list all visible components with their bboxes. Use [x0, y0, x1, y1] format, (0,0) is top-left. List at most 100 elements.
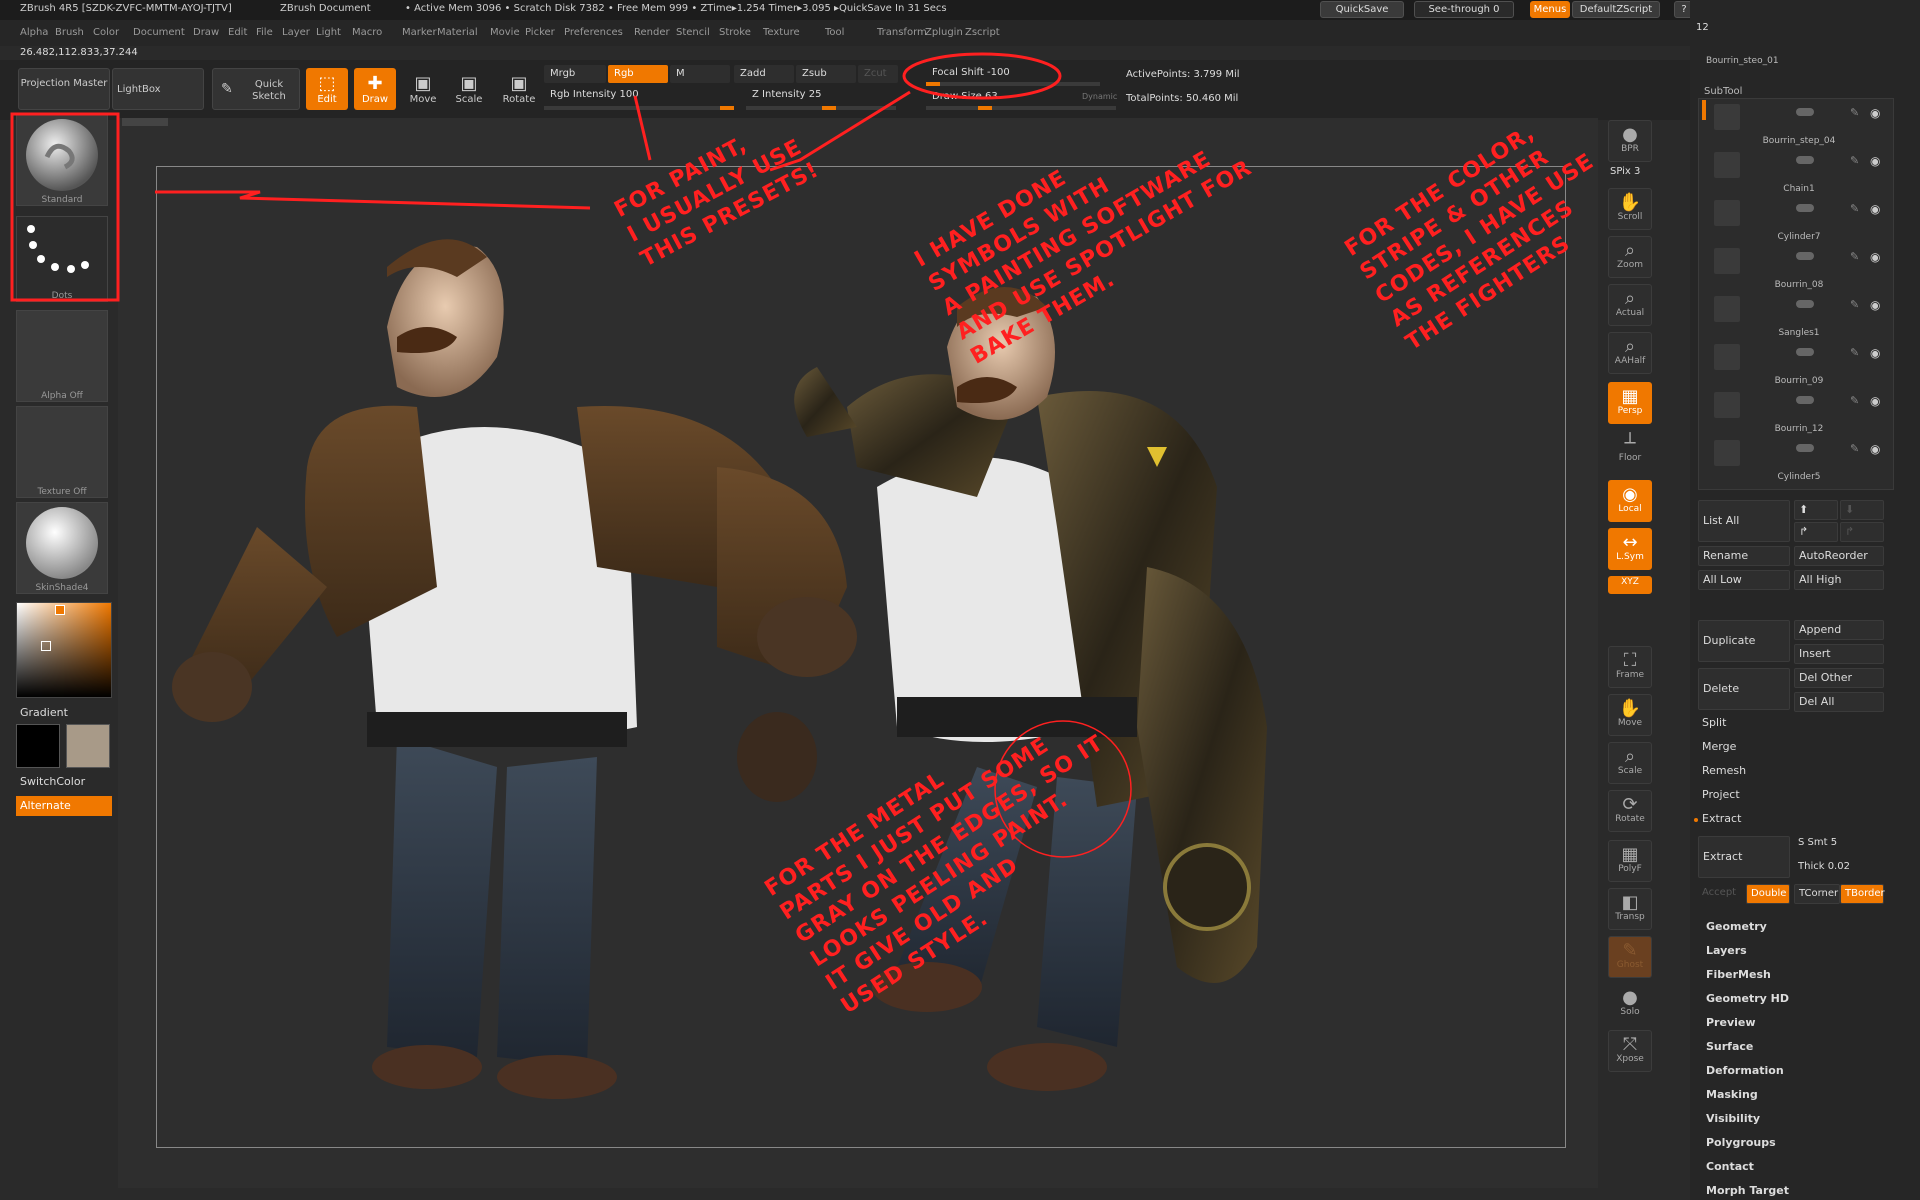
actual-button[interactable]: ⌕ Actual	[1608, 284, 1652, 326]
rotate-view-button[interactable]: ⟳ Rotate	[1608, 790, 1652, 832]
all-low-button[interactable]: All Low	[1698, 570, 1790, 590]
subtool-row[interactable]: ✎ ◉ Bourrin_step_04	[1700, 100, 1890, 148]
xyz-button[interactable]: XYZ	[1608, 576, 1652, 594]
subpalette-contact[interactable]: Contact	[1706, 1160, 1754, 1173]
brush-toggle-icon[interactable]: ✎	[1850, 250, 1859, 263]
subpalette-masking[interactable]: Masking	[1706, 1088, 1758, 1101]
local-icon: ◉	[1622, 484, 1638, 505]
move-in-icon[interactable]: ↱	[1794, 522, 1838, 542]
local-button[interactable]: ◉ Local	[1608, 480, 1652, 522]
project-button[interactable]: Project	[1698, 786, 1884, 806]
visibility-eye-icon[interactable]: ◉	[1870, 346, 1880, 360]
rename-button[interactable]: Rename	[1698, 546, 1790, 566]
move-out-icon[interactable]: ↱	[1840, 522, 1884, 542]
insert-button[interactable]: Insert	[1794, 644, 1884, 664]
polyf-button[interactable]: ▦ PolyF	[1608, 840, 1652, 882]
del-all-button[interactable]: Del All	[1794, 692, 1884, 712]
double-toggle[interactable]: Double	[1746, 884, 1790, 904]
bpr-button[interactable]: ● BPR	[1608, 120, 1652, 162]
subtool-toggle[interactable]	[1796, 348, 1814, 356]
lsym-button[interactable]: ↔ L.Sym	[1608, 528, 1652, 570]
s-smt-slider[interactable]: S Smt 5	[1794, 834, 1884, 854]
aahalf-icon: ⌕	[1624, 336, 1636, 357]
subtool-name: Bourrin_09	[1774, 376, 1824, 386]
subtool-name: Cylinder7	[1777, 232, 1821, 242]
subtool-header[interactable]: SubTool	[1704, 86, 1742, 97]
brush-toggle-icon[interactable]: ✎	[1850, 202, 1859, 215]
subtool-rows: ✎ ◉ Bourrin_step_04 ✎ ◉ Chain1 ✎ ◉ Cylinder7 ✎ ◉ Bo…	[1700, 100, 1894, 490]
remesh-button[interactable]: Remesh	[1698, 762, 1884, 782]
append-button[interactable]: Append	[1794, 620, 1884, 640]
brush-toggle-icon[interactable]: ✎	[1850, 442, 1859, 455]
visibility-eye-icon[interactable]: ◉	[1870, 394, 1880, 408]
subtool-row[interactable]: ✎ ◉ Chain1	[1700, 148, 1890, 196]
tborder-toggle[interactable]: TBorder	[1840, 884, 1885, 904]
subpalette-visibility[interactable]: Visibility	[1706, 1112, 1760, 1125]
aahalf-button[interactable]: ⌕ AAHalf	[1608, 332, 1652, 374]
move-view-button[interactable]: ✋ Move	[1608, 694, 1652, 736]
scroll-button[interactable]: ✋ Scroll	[1608, 188, 1652, 230]
move-down-icon[interactable]: ⬇	[1840, 500, 1884, 520]
subpalette-surface[interactable]: Surface	[1706, 1040, 1753, 1053]
visibility-eye-icon[interactable]: ◉	[1870, 202, 1880, 216]
frame-button[interactable]: ⛶ Frame	[1608, 646, 1652, 688]
subpalette-morph-target[interactable]: Morph Target	[1706, 1184, 1789, 1197]
subtool-row[interactable]: ✎ ◉ Cylinder7	[1700, 196, 1890, 244]
xpose-button[interactable]: ⤧ Xpose	[1608, 1030, 1652, 1072]
brush-toggle-icon[interactable]: ✎	[1850, 106, 1859, 119]
floor-button[interactable]: ┴ Floor	[1608, 430, 1652, 472]
subtool-toggle[interactable]	[1796, 396, 1814, 404]
persp-button[interactable]: ▦ Persp	[1608, 382, 1652, 424]
subtool-row[interactable]: ✎ ◉ Bourrin_12	[1700, 388, 1890, 436]
split-button[interactable]: Split	[1698, 714, 1884, 734]
zoom-button[interactable]: ⌕ Zoom	[1608, 236, 1652, 278]
subpalette-deformation[interactable]: Deformation	[1706, 1064, 1784, 1077]
duplicate-button[interactable]: Duplicate	[1698, 620, 1790, 662]
subpalette-fibermesh[interactable]: FiberMesh	[1706, 968, 1771, 981]
list-all-button[interactable]: List All	[1698, 500, 1790, 542]
spix-slider[interactable]: SPix 3	[1610, 166, 1640, 177]
subtool-toggle[interactable]	[1796, 252, 1814, 260]
subtool-toggle[interactable]	[1796, 300, 1814, 308]
merge-button[interactable]: Merge	[1698, 738, 1884, 758]
extract-subpalette[interactable]: Extract	[1698, 810, 1884, 830]
extract-button[interactable]: Extract	[1698, 836, 1790, 878]
move-up-icon[interactable]: ⬆	[1794, 500, 1838, 520]
del-other-button[interactable]: Del Other	[1794, 668, 1884, 688]
all-high-button[interactable]: All High	[1794, 570, 1884, 590]
subpalette-geometry-hd[interactable]: Geometry HD	[1706, 992, 1789, 1005]
visibility-eye-icon[interactable]: ◉	[1870, 298, 1880, 312]
subtool-toggle[interactable]	[1796, 108, 1814, 116]
subtool-toggle[interactable]	[1796, 444, 1814, 452]
thick-slider[interactable]: Thick 0.02	[1794, 858, 1884, 878]
brush-toggle-icon[interactable]: ✎	[1850, 346, 1859, 359]
accept-button[interactable]: Accept	[1698, 884, 1744, 904]
subtool-row[interactable]: ✎ ◉ Bourrin_08	[1700, 244, 1890, 292]
scale-view-label: Scale	[1617, 766, 1643, 776]
visibility-eye-icon[interactable]: ◉	[1870, 442, 1880, 456]
solo-button[interactable]: ● Solo	[1608, 984, 1652, 1026]
subpalette-polygroups[interactable]: Polygroups	[1706, 1136, 1776, 1149]
scale-view-button[interactable]: ⌕ Scale	[1608, 742, 1652, 784]
subtool-row[interactable]: ✎ ◉ Bourrin_09	[1700, 340, 1890, 388]
brush-toggle-icon[interactable]: ✎	[1850, 394, 1859, 407]
visibility-eye-icon[interactable]: ◉	[1870, 106, 1880, 120]
brush-toggle-icon[interactable]: ✎	[1850, 154, 1859, 167]
visibility-eye-icon[interactable]: ◉	[1870, 154, 1880, 168]
floor-icon: ┴	[1624, 433, 1636, 454]
subtool-toggle[interactable]	[1796, 204, 1814, 212]
autoreorder-button[interactable]: AutoReorder	[1794, 546, 1884, 566]
subtool-row[interactable]: ✎ ◉ Sangles1	[1700, 292, 1890, 340]
delete-button[interactable]: Delete	[1698, 668, 1790, 710]
subtool-row[interactable]: ✎ ◉ Cylinder5	[1700, 436, 1890, 484]
ghost-button[interactable]: ✎ Ghost	[1608, 936, 1652, 978]
subpalette-layers[interactable]: Layers	[1706, 944, 1747, 957]
subpalette-geometry[interactable]: Geometry	[1706, 920, 1767, 933]
subpalette-preview[interactable]: Preview	[1706, 1016, 1756, 1029]
subtool-name: Bourrin_08	[1774, 280, 1824, 290]
subtool-toggle[interactable]	[1796, 156, 1814, 164]
visibility-eye-icon[interactable]: ◉	[1870, 250, 1880, 264]
tcorner-toggle[interactable]: TCorner	[1794, 884, 1840, 904]
brush-toggle-icon[interactable]: ✎	[1850, 298, 1859, 311]
transp-button[interactable]: ◧ Transp	[1608, 888, 1652, 930]
